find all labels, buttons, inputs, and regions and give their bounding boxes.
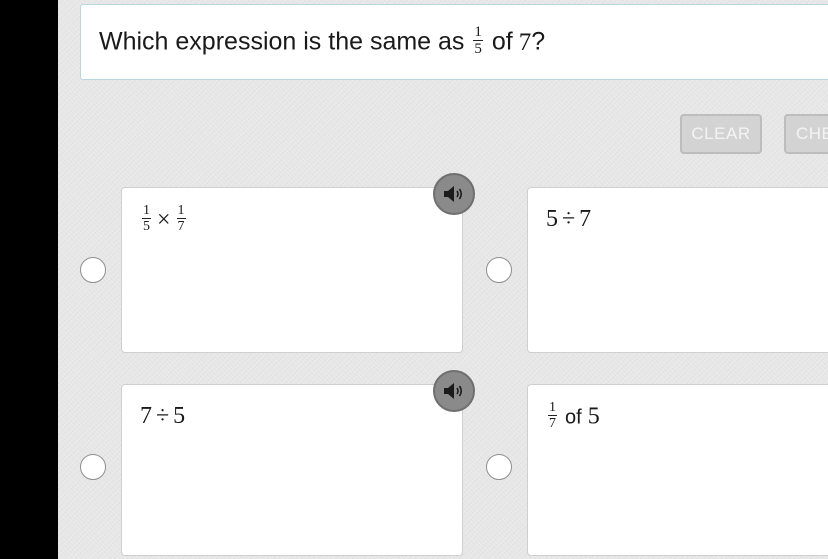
question-stage: Which expression is the same as 1 5 of 7?…	[58, 0, 828, 559]
operand-b: 5	[587, 403, 600, 430]
option-card-3[interactable]: 7 ÷ 5	[121, 384, 463, 556]
speaker-button-3[interactable]	[433, 370, 475, 412]
fraction-denominator: 7	[176, 218, 186, 234]
speaker-button-1[interactable]	[433, 173, 475, 215]
question-number: 7	[518, 28, 532, 56]
option-1-expression: 1 5 × 1 7	[140, 203, 188, 236]
fraction-numerator: 1	[143, 203, 150, 218]
fraction-numerator: 1	[474, 24, 482, 40]
operand-a: 7	[140, 403, 152, 429]
option-2-expression: 5 ÷ 7	[546, 206, 591, 233]
question-prefix: Which expression is the same as	[99, 27, 465, 56]
of-word: of	[565, 406, 582, 429]
operand-a: 5	[546, 206, 558, 232]
option-card-4[interactable]: 1 7 of 5	[527, 384, 828, 556]
radio-option-3[interactable]	[80, 454, 106, 480]
option-4-fraction: 1 7	[548, 401, 557, 431]
fraction-numerator: 1	[549, 400, 556, 415]
option-4-expression: 1 7 of 5	[546, 401, 600, 433]
question-fraction: 1 5	[473, 25, 483, 57]
speaker-icon	[444, 383, 463, 399]
clear-button[interactable]: CLEAR	[680, 114, 762, 154]
fraction-numerator: 1	[177, 203, 185, 218]
multiply-operator: ×	[157, 206, 171, 233]
radio-option-1[interactable]	[80, 257, 106, 283]
radio-option-2[interactable]	[486, 257, 512, 283]
fraction-denominator: 5	[473, 40, 483, 57]
speaker-icon	[444, 186, 463, 202]
option-card-2[interactable]: 5 ÷ 7	[527, 187, 828, 353]
fraction-denominator: 7	[548, 415, 557, 431]
check-button[interactable]: CHE	[784, 114, 828, 154]
question-of: of	[491, 27, 513, 56]
divide-operator: ÷	[562, 206, 576, 232]
fraction-denominator: 5	[142, 218, 151, 234]
option-1-fraction-a: 1 5	[142, 204, 151, 234]
option-card-1[interactable]: 1 5 × 1 7	[121, 187, 463, 353]
operand-b: 5	[173, 403, 186, 429]
option-1-fraction-b: 1 7	[176, 203, 186, 234]
question-text: Which expression is the same as 1 5 of 7?	[99, 25, 546, 59]
radio-option-4[interactable]	[486, 454, 512, 480]
divide-operator: ÷	[156, 403, 170, 429]
option-3-expression: 7 ÷ 5	[140, 403, 185, 430]
question-mark: ?	[531, 27, 546, 56]
operand-b: 7	[579, 206, 592, 232]
question-box: Which expression is the same as 1 5 of 7?	[80, 4, 828, 80]
